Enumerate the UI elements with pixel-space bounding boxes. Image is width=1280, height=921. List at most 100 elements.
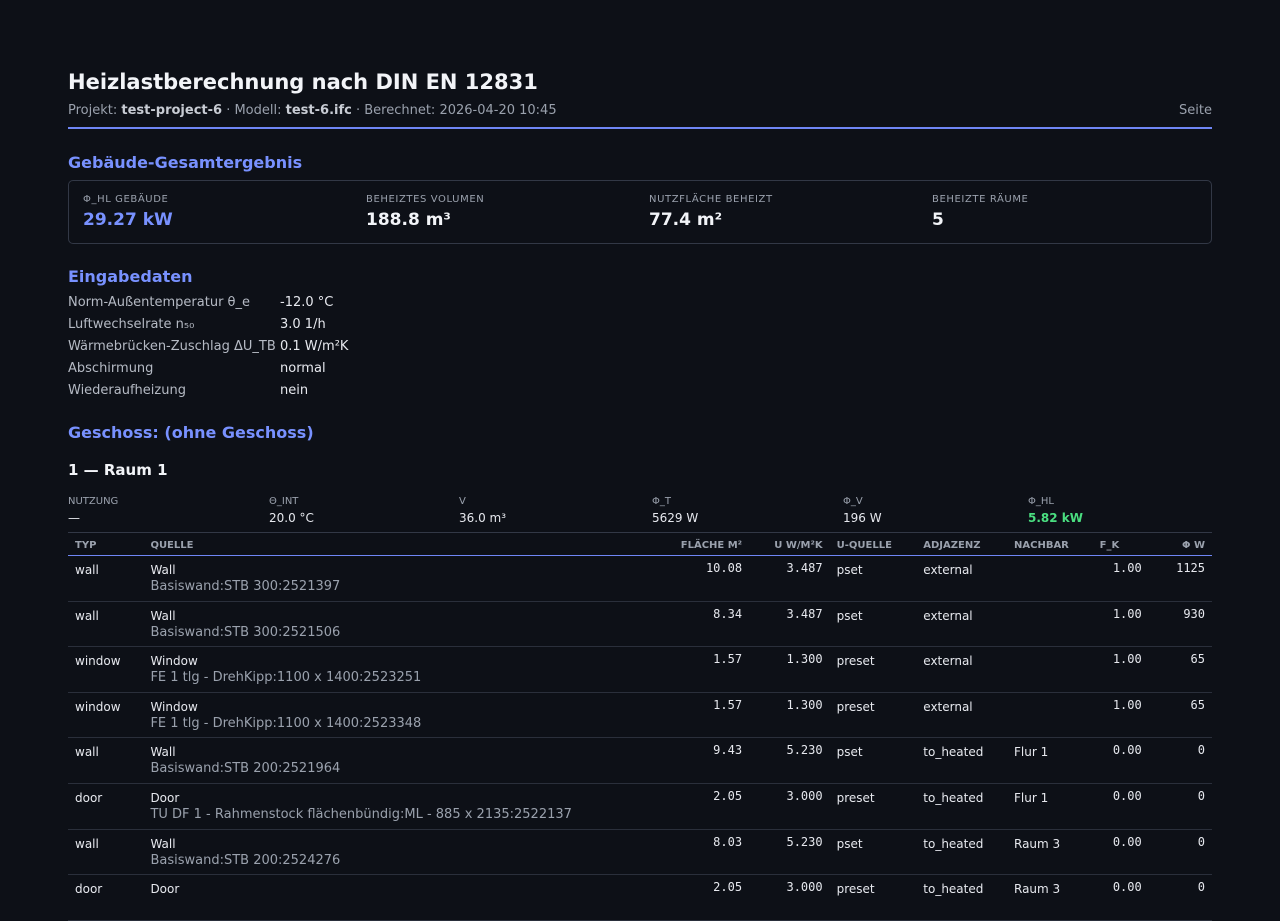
room-stat: Φ_T 5629 W <box>652 496 843 525</box>
cell-area: 1.57 <box>649 646 750 693</box>
stat-label: Φ_HL <box>1028 496 1054 507</box>
cell-area: 8.34 <box>649 601 750 648</box>
stat-label: Nutzung <box>68 496 119 507</box>
cell-phi: 1125 <box>1148 555 1212 602</box>
cell-area: 8.03 <box>649 829 750 876</box>
quelle-type: Door <box>150 790 180 805</box>
input-row: Luftwechselrate n₅₀ 3.0 1/h <box>68 314 1212 336</box>
summary-cell-rooms: Beheizte Räume 5 <box>918 181 1201 243</box>
cell-phi: 65 <box>1148 646 1212 693</box>
quelle-name: TU DF 1 - Rahmenstock flächenbündig:ML -… <box>150 806 572 822</box>
cell-typ: wall <box>68 555 144 602</box>
page-title: Heizlastberechnung nach DIN EN 12831 <box>68 70 538 94</box>
room-stat: Nutzung — <box>68 496 269 525</box>
project-label: Projekt: <box>68 103 118 118</box>
cell-u: 1.300 <box>749 646 830 693</box>
cell-nb: Flur 1 <box>1007 783 1093 830</box>
table-header-row: Typ Quelle Fläche m² U W/m²K U-Quelle Ad… <box>68 532 1212 556</box>
cell-nb <box>1007 601 1093 648</box>
summary-cell-heatload: Φ_HL Gebäude 29.27 kW <box>69 181 352 243</box>
cell-u: 3.000 <box>749 783 830 830</box>
cell-quelle: Wall Basiswand:STB 200:2521964 <box>143 737 650 784</box>
storey-title: Geschoss: (ohne Geschoss) <box>68 423 314 442</box>
cell-adj: external <box>916 692 1007 739</box>
cell-fk: 1.00 <box>1092 646 1149 693</box>
stat-value: 196 W <box>843 511 882 525</box>
cell-quelle: Wall Basiswand:STB 200:2524276 <box>143 829 650 876</box>
project-value: test-project-6 <box>121 103 223 118</box>
cell-adj: to_heated <box>916 829 1007 876</box>
input-key: Luftwechselrate n₅₀ <box>68 317 195 332</box>
col-header: Φ W <box>1148 532 1212 556</box>
quelle-type: Door <box>150 882 180 897</box>
quelle-name: Basiswand:STB 300:2521397 <box>150 579 341 594</box>
input-row: Abschirmung normal <box>68 358 1212 380</box>
quelle-type: Wall <box>150 608 176 623</box>
cell-adj: external <box>916 555 1007 602</box>
cell-adj: external <box>916 601 1007 648</box>
table-row: wall Wall Basiswand:STB 200:2524276 8.03 5.2… <box>68 829 1212 876</box>
table-row: door Door 2.05 3.000 preset to_heated Raum 3 0.… <box>68 874 1212 921</box>
model-label: · Modell: <box>226 103 282 118</box>
input-value: 0.1 W/m²K <box>280 339 349 354</box>
cell-fk: 1.00 <box>1092 692 1149 739</box>
cell-adj: to_heated <box>916 737 1007 784</box>
cell-quelle: Window FE 1 tlg - DrehKipp:1100 x 1400:25… <box>143 646 650 693</box>
cell-nb <box>1007 692 1093 739</box>
cell-phi: 65 <box>1148 692 1212 739</box>
stat-value: 5629 W <box>652 511 699 525</box>
room-stat: Φ_V 196 W <box>843 496 1028 525</box>
page-label: Seite <box>1179 103 1212 118</box>
cell-area: 2.05 <box>649 783 750 830</box>
quelle-type: Wall <box>150 563 176 577</box>
stat-label: Θ_int <box>269 496 299 507</box>
cell-adj: to_heated <box>916 874 1007 921</box>
col-header: Nachbar <box>1007 532 1093 556</box>
quelle-name: Basiswand:STB 200:2521964 <box>150 761 341 777</box>
cell-area: 2.05 <box>649 874 750 921</box>
stat-label: V <box>459 496 466 507</box>
col-header: Adjazenz <box>916 532 1007 556</box>
table-row: wall Wall Basiswand:STB 300:2521506 8.34 3.4… <box>68 601 1212 648</box>
room-stat: Φ_HL 5.82 kW <box>1028 496 1178 525</box>
cell-typ: wall <box>68 829 144 876</box>
cell-usrc: preset <box>829 646 917 693</box>
input-key: Wärmebrücken-Zuschlag ΔU_TB <box>68 339 276 354</box>
table-row: window Window FE 1 tlg - DrehKipp:1100 x 1… <box>68 692 1212 739</box>
input-key: Abschirmung <box>68 361 154 376</box>
quelle-type: Window <box>150 654 198 669</box>
input-key: Wiederaufheizung <box>68 383 186 398</box>
summary-value: 188.8 m³ <box>366 210 451 230</box>
cell-adj: to_heated <box>916 783 1007 830</box>
cell-usrc: pset <box>829 555 917 602</box>
input-value: nein <box>280 383 309 398</box>
cell-typ: door <box>68 783 144 830</box>
input-value: 3.0 1/h <box>280 317 326 332</box>
cell-u: 1.300 <box>749 692 830 739</box>
stat-label: Φ_V <box>843 496 863 507</box>
input-value: normal <box>280 361 326 376</box>
table-row: wall Wall Basiswand:STB 200:2521964 9.43 5.2… <box>68 737 1212 784</box>
col-header: Fläche m² <box>649 532 750 556</box>
cell-fk: 0.00 <box>1092 783 1149 830</box>
col-header: Quelle <box>143 532 650 556</box>
cell-typ: window <box>68 646 144 693</box>
cell-adj: external <box>916 646 1007 693</box>
col-header: U W/m²K <box>749 532 830 556</box>
summary-cell-area: Nutzfläche beheizt 77.4 m² <box>635 181 918 243</box>
cell-usrc: preset <box>829 874 917 921</box>
cell-u: 3.487 <box>749 601 830 648</box>
cell-nb <box>1007 555 1093 602</box>
elements-table: Typ Quelle Fläche m² U W/m²K U-Quelle Ad… <box>68 532 1212 921</box>
inputs-list: Norm-Außentemperatur θ_e -12.0 °C Luftwec… <box>68 292 1212 402</box>
cell-usrc: preset <box>829 692 917 739</box>
room-stat: V 36.0 m³ <box>459 496 652 525</box>
cell-usrc: pset <box>829 829 917 876</box>
cell-nb <box>1007 646 1093 693</box>
cell-area: 10.08 <box>649 555 750 602</box>
room-stat: Θ_int 20.0 °C <box>269 496 459 525</box>
cell-area: 1.57 <box>649 692 750 739</box>
summary-label: Nutzfläche beheizt <box>649 194 773 205</box>
cell-nb: Raum 3 <box>1007 829 1093 876</box>
calc-timestamp: · Berechnet: 2026-04-20 10:45 <box>355 103 557 118</box>
